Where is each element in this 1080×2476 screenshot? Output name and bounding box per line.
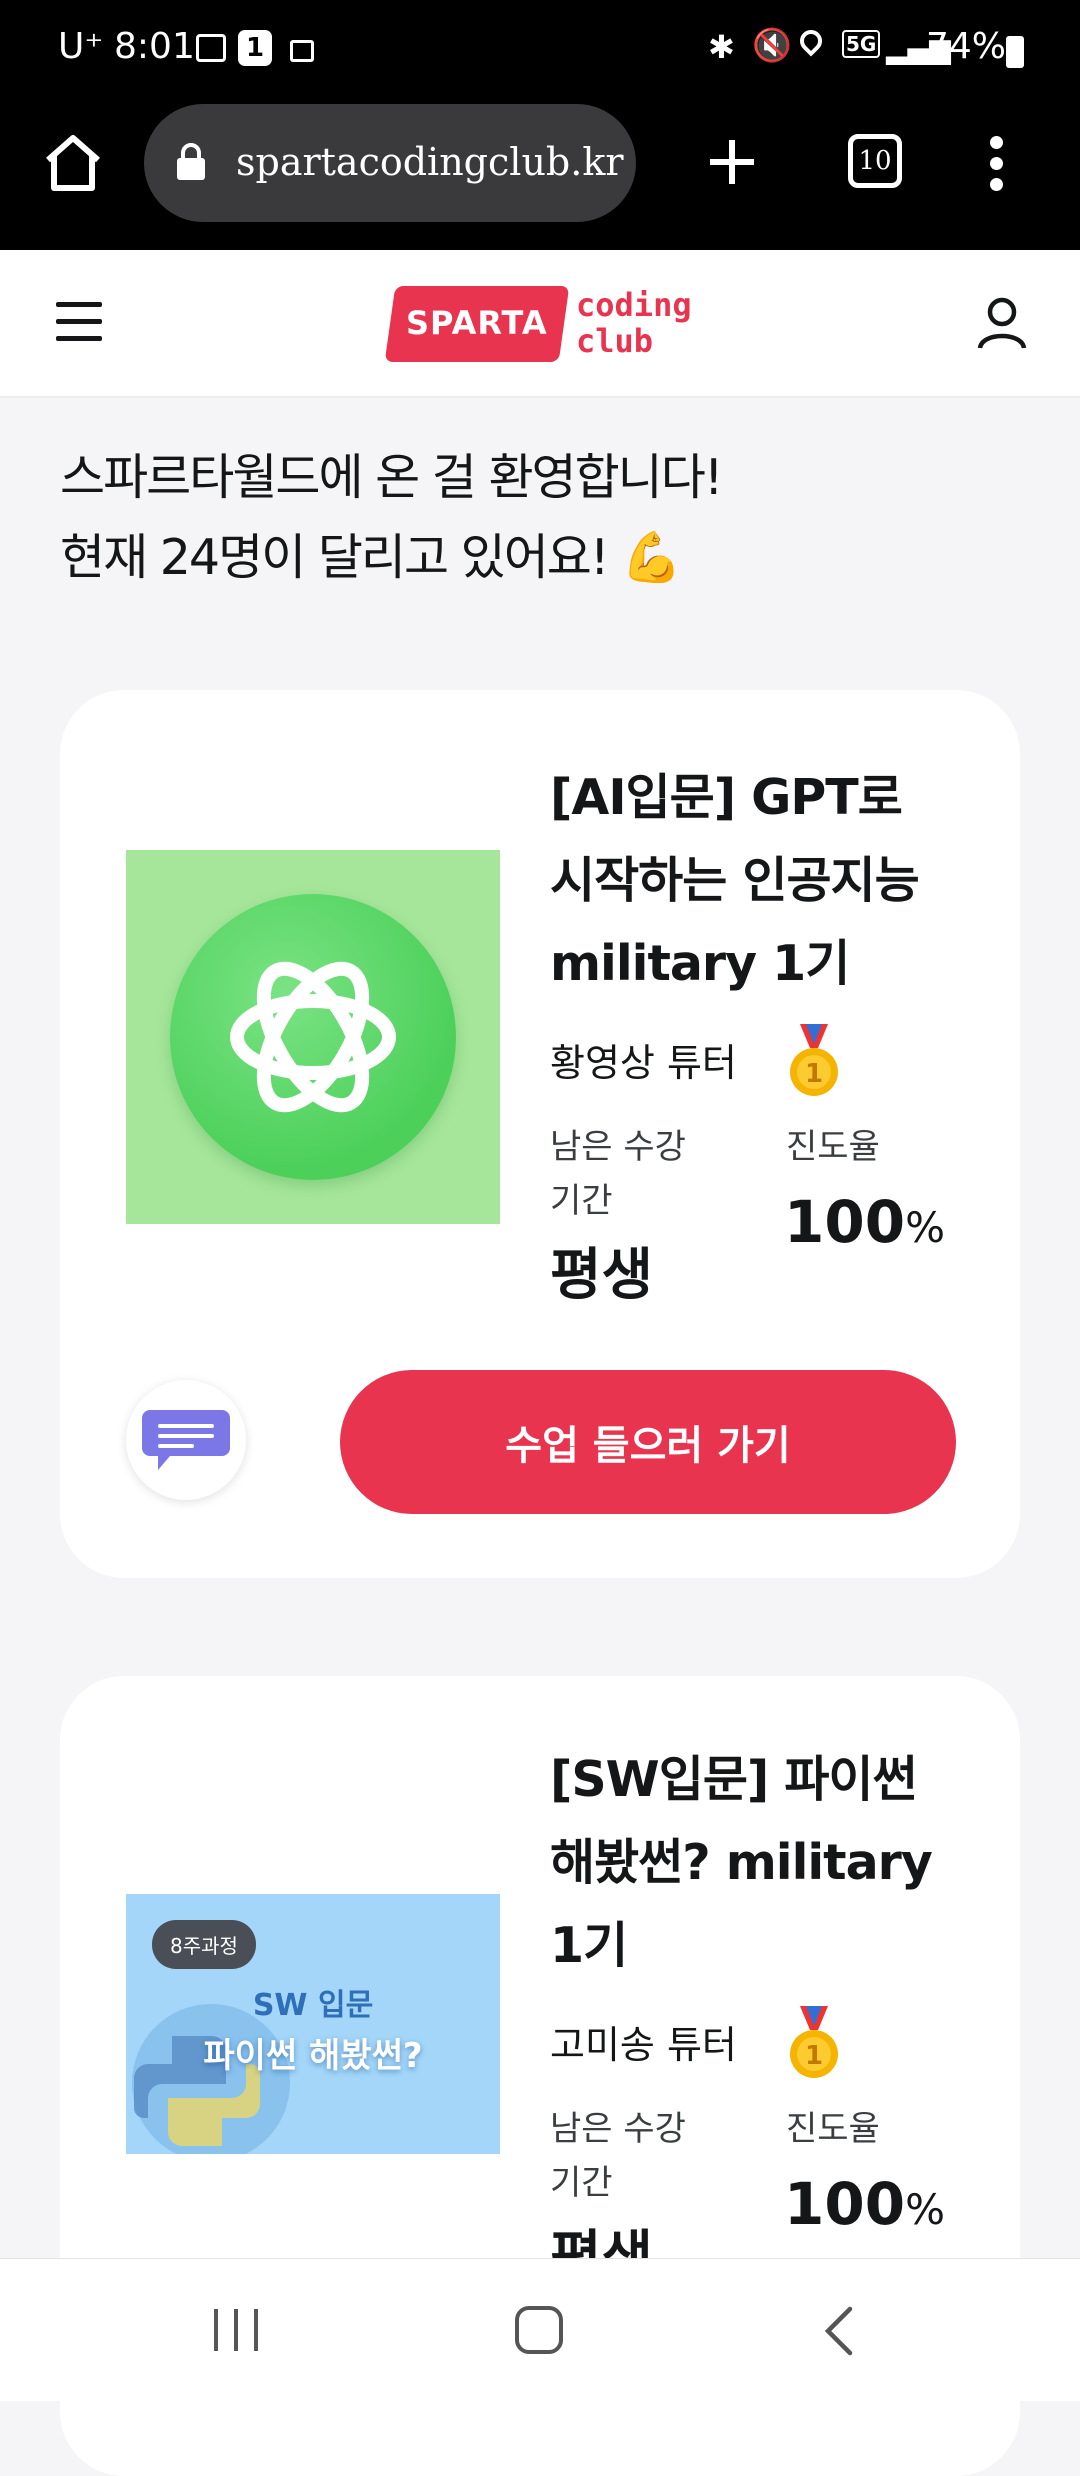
- carrier-label: U⁺: [58, 26, 104, 67]
- course-title-line: 1기: [550, 1917, 628, 1974]
- progress-value: 100%: [784, 2170, 945, 2238]
- back-icon[interactable]: [820, 2305, 860, 2357]
- location-icon: [795, 25, 827, 57]
- course-title[interactable]: [AI입문] GPT로 시작하는 인공지능 military 1기: [550, 756, 990, 1005]
- more-menu-icon[interactable]: [988, 136, 1004, 196]
- tab-switcher-button[interactable]: 10: [848, 134, 902, 188]
- progress-label: 진도율: [786, 1127, 880, 1167]
- new-tab-icon[interactable]: [706, 136, 758, 188]
- remaining-label-line: 기간: [550, 1181, 613, 1221]
- svg-text:1: 1: [805, 2041, 823, 2071]
- notification-one-icon: 1: [238, 30, 272, 66]
- course-thumbnail[interactable]: 8주과정 SW 입문 파이썬 해봤썬?: [126, 1894, 500, 2154]
- course-title-line: military 1기: [550, 935, 850, 992]
- progress-label: 진도율: [786, 2109, 880, 2149]
- user-profile-icon[interactable]: [976, 296, 1028, 350]
- gold-medal-icon: 1: [790, 2006, 838, 2078]
- gallery-icon: [196, 34, 226, 62]
- welcome-line-2: 현재 24명이 달리고 있어요!: [60, 529, 610, 586]
- openai-icon: [230, 961, 396, 1113]
- hamburger-menu-icon[interactable]: [56, 302, 102, 342]
- course-title[interactable]: [SW입문] 파이썬 해봤썬? military 1기: [550, 1738, 990, 1987]
- bluetooth-icon: ✱: [708, 28, 735, 66]
- remaining-period-label: 남은 수강 기간: [550, 2102, 686, 2210]
- welcome-message: 스파르타월드에 온 걸 환영합니다! 현재 24명이 달리고 있어요! 💪: [60, 438, 723, 598]
- logo-sub-text-1: coding: [576, 286, 692, 324]
- home-icon[interactable]: [40, 130, 106, 196]
- chat-button[interactable]: [126, 1380, 246, 1500]
- thumbnail-subtitle: SW 입문: [252, 1988, 374, 2023]
- welcome-line-1: 스파르타월드에 온 걸 환영합니다!: [60, 449, 723, 506]
- progress-value: 100%: [784, 1188, 945, 1256]
- battery-icon: [1006, 36, 1024, 68]
- svg-text:1: 1: [805, 1059, 823, 1089]
- system-navigation-bar: [0, 2258, 1080, 2401]
- gold-medal-icon: 1: [790, 1024, 838, 1096]
- address-bar[interactable]: spartacodingclub.kr: [144, 104, 636, 222]
- progress-number: 100: [784, 1188, 906, 1256]
- course-title-line: [SW입문] 파이썬: [550, 1751, 918, 1808]
- recent-apps-icon[interactable]: [210, 2305, 262, 2355]
- mute-icon: 🔇: [752, 26, 792, 64]
- course-title-line: [AI입문] GPT로: [550, 769, 903, 826]
- lock-status-icon: [290, 40, 314, 62]
- progress-unit: %: [905, 1203, 945, 1252]
- remaining-period-label: 남은 수강 기간: [550, 1120, 686, 1228]
- course-card: [AI입문] GPT로 시작하는 인공지능 military 1기 황영상 튜터…: [60, 690, 1020, 1578]
- remaining-label-line: 남은 수강: [550, 2109, 686, 2149]
- progress-unit: %: [905, 2185, 945, 2234]
- browser-toolbar: spartacodingclub.kr 10: [0, 100, 1080, 250]
- remaining-label-line: 남은 수강: [550, 1127, 686, 1167]
- logo-sub-text-2: club: [576, 322, 654, 360]
- progress-number: 100: [784, 2170, 906, 2238]
- speech-bubble-icon: [142, 1410, 230, 1470]
- thumbnail-title: 파이썬 해봤썬?: [203, 2036, 423, 2076]
- sparta-logo[interactable]: SPARTA coding club: [384, 276, 700, 372]
- tutor-name: 고미송 튜터: [550, 2023, 737, 2067]
- course-title-line: 시작하는 인공지능: [550, 852, 920, 909]
- battery-percent: 74%: [926, 26, 1007, 67]
- home-nav-icon[interactable]: [512, 2303, 566, 2357]
- site-header: SPARTA coding club: [0, 250, 1080, 398]
- remaining-period-value: 평생: [550, 1243, 654, 1308]
- lock-icon: [177, 143, 205, 180]
- clock: 8:01: [114, 26, 195, 67]
- url-text: spartacodingclub.kr: [236, 140, 624, 184]
- tutor-name: 황영상 튜터: [550, 1041, 737, 1085]
- status-bar: U⁺ 8:01 1 ✱ 🔇 5G ▂▄▆ 74%: [0, 0, 1080, 100]
- flexed-bicep-emoji: 💪: [621, 529, 682, 586]
- network-type: 5G: [842, 30, 881, 58]
- course-duration-badge: 8주과정: [152, 1920, 256, 1969]
- logo-main-text: SPARTA: [406, 304, 548, 342]
- course-thumbnail[interactable]: [126, 850, 500, 1224]
- course-title-line: 해봤썬? military: [550, 1834, 933, 1891]
- remaining-label-line: 기간: [550, 2163, 613, 2203]
- go-to-class-button[interactable]: 수업 들으러 가기: [340, 1370, 956, 1514]
- tab-count: 10: [858, 146, 892, 176]
